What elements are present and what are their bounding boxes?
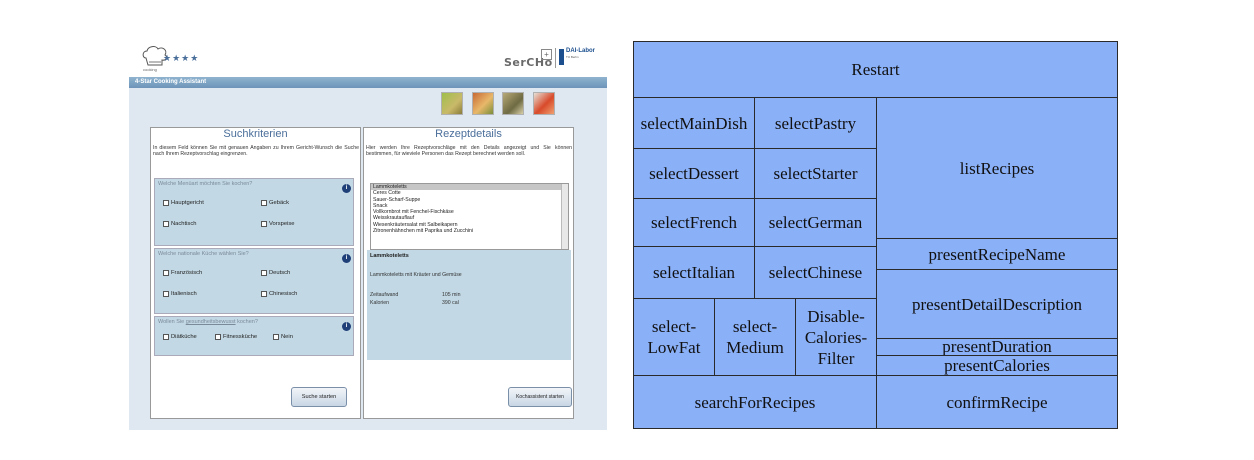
dai-logo-sub: TU Berlin: [566, 55, 579, 59]
cell-select-pastry: selectPastry: [754, 97, 877, 149]
calories-label: Kalorien: [370, 300, 390, 306]
cell-select-low-fat: select- LowFat: [633, 298, 715, 376]
list-item[interactable]: Zitronenhähnchen mit Paprika und Zucchin…: [371, 228, 568, 234]
checkbox-vorspeise[interactable]: Vorspeise: [261, 221, 294, 227]
cuisine-question: Welche nationale Küche wählen Sie?: [158, 251, 249, 257]
food-thumbnail-image[interactable]: [472, 92, 494, 115]
dai-logo: DAI-Labor: [566, 48, 595, 54]
recipe-description: Lammkoteletts mit Kräuter und Gemüse: [370, 272, 462, 278]
cell-select-german: selectGerman: [754, 198, 877, 247]
logo-divider: [555, 48, 556, 68]
cell-confirm-recipe: confirmRecipe: [876, 375, 1118, 429]
panel-title: Rezeptdetails: [435, 128, 502, 140]
recipe-detail-box: Lammkoteletts Lammkoteletts mit Kräuter …: [367, 250, 571, 360]
action-grid-diagram: Restart selectMainDish selectPastry list…: [633, 41, 1118, 429]
recipe-name: Lammkoteletts: [370, 253, 409, 259]
checkbox-nachtisch[interactable]: Nachtisch: [163, 221, 196, 227]
cell-select-italian: selectItalian: [633, 246, 755, 299]
cell-present-recipe-name: presentRecipeName: [876, 238, 1118, 270]
checkbox-franzoesisch[interactable]: Französisch: [163, 270, 202, 276]
rating-stars: ★★★★: [163, 53, 200, 63]
checkbox-hauptgericht[interactable]: Hauptgericht: [163, 200, 204, 206]
recipe-list[interactable]: Lammkoteletts Ceres Cotte Sauer-Scharf-S…: [370, 183, 569, 250]
cell-select-starter: selectStarter: [754, 148, 877, 199]
checkbox-gebaeck[interactable]: Gebäck: [261, 200, 289, 206]
svg-text:cooking: cooking: [143, 67, 157, 72]
cooking-assistant-screenshot: cooking ★★★★ SerCHo + DAI-Labor TU Berli…: [129, 40, 607, 430]
meal-type-question: Welche Menüart möchten Sie kochen?: [158, 181, 253, 187]
cell-search-for-recipes: searchForRecipes: [633, 375, 877, 429]
health-link[interactable]: gesundheitsbewusst: [186, 319, 236, 325]
calories-value: 390 cal: [442, 300, 459, 306]
checkbox-fitnesskueche[interactable]: Fitnessküche: [215, 334, 257, 340]
checkbox-italienisch[interactable]: Italienisch: [163, 291, 197, 297]
meal-type-box: Welche Menüart möchten Sie kochen? i Hau…: [154, 178, 354, 246]
plus-icon: +: [541, 49, 552, 60]
cell-present-detail-description: presentDetailDescription: [876, 269, 1118, 339]
cell-restart: Restart: [633, 41, 1118, 98]
info-icon[interactable]: i: [342, 184, 351, 193]
cell-select-french: selectFrench: [633, 198, 755, 247]
cook-assistant-start-button[interactable]: Kochassistent starten: [508, 387, 572, 407]
recipe-details-panel: Rezeptdetails Hier werden Ihre Rezeptvor…: [363, 127, 574, 419]
app-body: Suchkriterien In diesem Feld können Sie …: [129, 88, 607, 430]
checkbox-deutsch[interactable]: Deutsch: [261, 270, 290, 276]
cell-present-calories: presentCalories: [876, 355, 1118, 376]
cell-select-dessert: selectDessert: [633, 148, 755, 199]
cell-list-recipes: listRecipes: [876, 97, 1118, 239]
cell-select-medium: select- Medium: [714, 298, 796, 376]
checkbox-nein[interactable]: Nein: [273, 334, 293, 340]
app-title-bar: 4-Star Cooking Assistant: [129, 77, 607, 88]
duration-value: 105 min: [442, 292, 461, 298]
info-icon[interactable]: i: [342, 322, 351, 331]
dai-logo-mark: [559, 49, 564, 65]
search-start-button[interactable]: Suche starten: [291, 387, 347, 407]
panel-description: Hier werden Ihre Rezeptvorschläge mit de…: [366, 145, 572, 158]
health-box: Wollen Sie gesundheitsbewusst kochen? i …: [154, 316, 354, 356]
food-thumbnail-image[interactable]: [533, 92, 555, 115]
cell-select-chinese: selectChinese: [754, 246, 877, 299]
cuisine-box: Welche nationale Küche wählen Sie? i Fra…: [154, 248, 354, 314]
food-thumbnail-image[interactable]: [502, 92, 524, 115]
cell-select-main-dish: selectMainDish: [633, 97, 755, 149]
list-scrollbar[interactable]: [561, 184, 568, 249]
panel-description: In diesem Feld können Sie mit genauen An…: [153, 145, 359, 158]
checkbox-chinesisch[interactable]: Chinesisch: [261, 291, 297, 297]
panel-title: Suchkriterien: [223, 128, 288, 140]
checkbox-diaetkueche[interactable]: Diätküche: [163, 334, 197, 340]
health-question: Wollen Sie gesundheitsbewusst kochen?: [158, 319, 258, 325]
cell-present-duration: presentDuration: [876, 338, 1118, 356]
duration-label: Zeitaufwand: [370, 292, 399, 298]
search-criteria-panel: Suchkriterien In diesem Feld können Sie …: [150, 127, 361, 419]
food-thumbnail-image[interactable]: [441, 92, 463, 115]
cell-disable-calories-filter: Disable- Calories- Filter: [795, 298, 877, 376]
info-icon[interactable]: i: [342, 254, 351, 263]
app-header: cooking ★★★★ SerCHo + DAI-Labor TU Berli…: [129, 40, 607, 77]
app-title: 4-Star Cooking Assistant: [135, 79, 207, 85]
